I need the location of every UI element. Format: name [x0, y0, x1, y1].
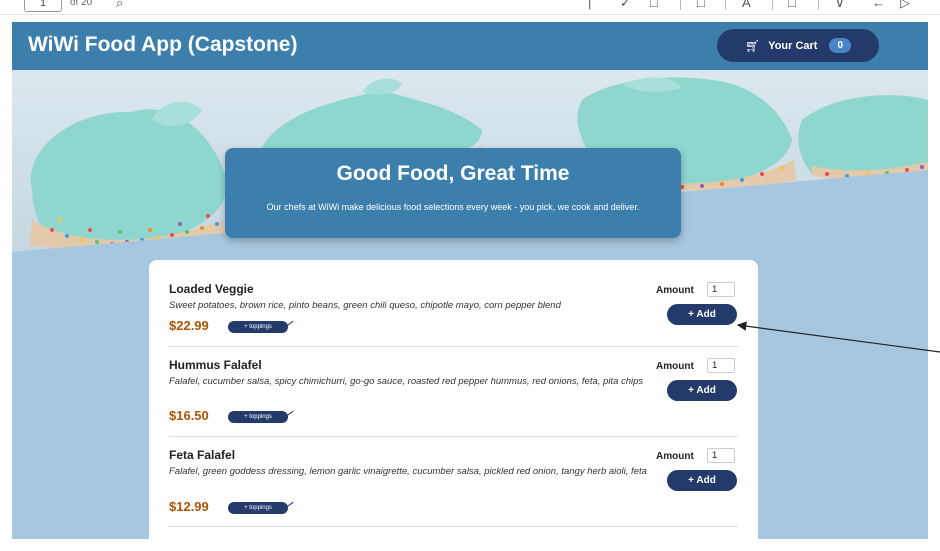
amount-label: Amount — [656, 361, 694, 372]
draw-icon[interactable]: ✓ — [620, 0, 631, 10]
meal-name: Feta Falafel — [169, 448, 236, 462]
app-title: WiWi Food App (Capstone) — [28, 33, 298, 56]
cart-count-badge: 0 — [829, 38, 852, 53]
shopping-cart-icon: 🛒︎ — [744, 38, 761, 53]
meal-description: Falafel, cucumber salsa, spicy chimichur… — [169, 376, 644, 387]
copy-icon[interactable]: □ — [697, 0, 705, 10]
add-button[interactable]: + Add — [667, 470, 737, 491]
pin-icon[interactable]: ∨ — [835, 0, 845, 10]
meal-item: Hummus Falafel Falafel, cucumber salsa, … — [169, 358, 738, 437]
meal-description: Falafel, green goddess dressing, lemon g… — [169, 466, 647, 477]
page-number-input[interactable]: 1 — [24, 0, 62, 12]
pan-tool-icon[interactable]: | — [588, 0, 591, 10]
amount-input[interactable] — [707, 282, 735, 297]
cart-button[interactable]: 🛒︎ Your Cart 0 — [717, 29, 879, 62]
amount-input[interactable] — [707, 448, 735, 463]
amount-label: Amount — [656, 285, 694, 296]
banner-title: Good Food, Great Time — [336, 162, 570, 185]
page-count-label: of 20 — [70, 0, 93, 8]
amount-input[interactable] — [707, 358, 735, 373]
viewer-toolbar: 1 of 20 ⌕ | ✓ □ □ A □ ∨ ← ▷ — [0, 0, 940, 15]
add-button[interactable]: + Add — [667, 380, 737, 401]
meal-price: $16.50 — [169, 408, 209, 423]
meal-name: Hummus Falafel — [169, 358, 262, 372]
banner-subtitle: Our chefs at WiWi make delicious food se… — [266, 202, 640, 212]
toppings-button[interactable]: + toppings — [228, 411, 288, 423]
search-icon[interactable]: ⌕ — [116, 0, 123, 10]
meal-price: $22.99 — [169, 318, 209, 333]
toppings-button[interactable]: + toppings — [228, 502, 288, 514]
meal-description: Sweet potatoes, brown rice, pinto beans,… — [169, 300, 561, 311]
app-header: WiWi Food App (Capstone) 🛒︎ Your Cart 0 — [12, 22, 928, 70]
app-window: WiWi Food App (Capstone) 🛒︎ Your Cart 0 — [12, 22, 928, 539]
meal-name: Loaded Veggie — [169, 282, 254, 296]
amount-label: Amount — [656, 451, 694, 462]
comment-icon[interactable]: □ — [650, 0, 658, 10]
meal-price: $12.99 — [169, 499, 209, 514]
next-page-icon[interactable]: ▷ — [900, 0, 910, 10]
text-icon[interactable]: A — [742, 0, 751, 10]
download-icon[interactable]: □ — [788, 0, 796, 10]
add-button[interactable]: + Add — [667, 304, 737, 325]
hero-banner: Good Food, Great Time Our chefs at WiWi … — [225, 148, 681, 238]
toppings-button[interactable]: + toppings — [228, 321, 288, 333]
menu-card: Loaded Veggie Sweet potatoes, brown rice… — [149, 260, 758, 539]
meal-item: Feta Falafel Falafel, green goddess dres… — [169, 448, 738, 527]
meal-item: Loaded Veggie Sweet potatoes, brown rice… — [169, 282, 738, 347]
cart-label: Your Cart — [768, 39, 818, 52]
prev-page-icon[interactable]: ← — [872, 0, 885, 10]
